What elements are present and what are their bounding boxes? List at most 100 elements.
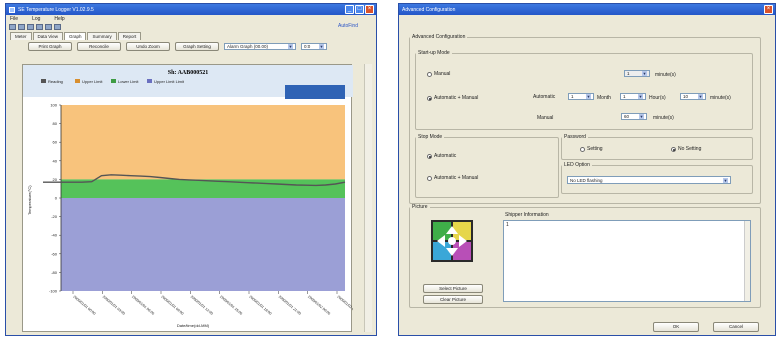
password-legend: Password xyxy=(564,134,586,140)
status-link[interactable]: AutoFind xyxy=(338,23,358,29)
manual2-label: Manual xyxy=(537,115,554,121)
chevron-down-icon: ▼ xyxy=(723,177,728,183)
hour-value: 1 xyxy=(623,94,626,99)
select-picture-button[interactable]: Select Picture xyxy=(423,284,483,293)
clear-picture-button[interactable]: Clear Picture xyxy=(423,295,483,304)
legend-limit: Upper Limit Limit xyxy=(154,79,185,84)
graph-select-value: Alarm Graph (00.00) xyxy=(227,44,269,49)
hour-label: Hour(s) xyxy=(649,95,666,101)
minutes-value: 10 xyxy=(683,94,689,99)
chevron-down-icon: ▼ xyxy=(288,44,293,49)
led-option-value: No LED flashing xyxy=(570,177,603,183)
open-icon[interactable] xyxy=(18,23,25,30)
textarea-scrollbar[interactable] xyxy=(744,221,750,301)
manual2-select[interactable]: 60 ▼ xyxy=(621,113,647,120)
stop-auto-manual-radio[interactable] xyxy=(427,176,432,181)
minutes-select[interactable]: 10 ▼ xyxy=(680,93,706,100)
menu-file[interactable]: File xyxy=(10,16,18,22)
window-title: SE Temperature Logger V1.02.9.5 xyxy=(18,6,94,13)
stop-mode-legend: Stop Mode xyxy=(418,134,443,140)
startup-mode-group: Start-up Mode xyxy=(415,50,753,130)
hour-select[interactable]: 1 ▼ xyxy=(620,93,646,100)
stop-auto-manual-label: Automatic + Manual xyxy=(434,175,479,181)
legend-swatch-upper xyxy=(75,79,80,83)
stop-automatic-label: Automatic xyxy=(434,153,457,159)
normal-band xyxy=(61,179,345,198)
tab-data-view[interactable]: Data View xyxy=(32,32,63,40)
chevron-down-icon: ▼ xyxy=(638,94,643,99)
graph-setting-button[interactable]: Graph Setting xyxy=(175,42,219,51)
startup-minute-label: minute(s) xyxy=(655,72,676,78)
shipper-info-textarea[interactable]: 1 xyxy=(503,220,751,302)
close-button[interactable]: × xyxy=(365,5,374,14)
lower-band xyxy=(61,198,345,291)
y-tick-label: -100 xyxy=(49,289,58,294)
minutes-label: minute(s) xyxy=(710,95,731,101)
x-tick-label: 2000/01/01 18:00 xyxy=(248,295,272,316)
startup-manual-value: 1 xyxy=(627,71,630,76)
tab-graph[interactable]: Graph xyxy=(63,32,87,40)
stop-automatic-radio[interactable] xyxy=(427,154,432,159)
maximize-button[interactable]: □ xyxy=(355,5,364,14)
picture-legend: Picture xyxy=(412,204,428,210)
ok-button[interactable]: OK xyxy=(653,322,699,332)
startup-auto-manual-radio[interactable] xyxy=(427,96,432,101)
temperature-chart[interactable]: Sh: AAB000521 Reading Upper Limit Lower … xyxy=(23,65,353,333)
x-tick-label: 2000/01/01 15:00 xyxy=(219,295,243,316)
x-axis: 2000/01/01 00:00 2000/01/01 03:00 2000/01/… xyxy=(72,291,353,316)
x-tick-label: 2000/01/02 03:00 xyxy=(336,295,353,316)
legend-upper: Upper Limit xyxy=(82,79,103,84)
password-no-setting-radio[interactable] xyxy=(671,147,676,152)
graph-small-select-value: 0:0 xyxy=(304,44,311,49)
password-setting-radio[interactable] xyxy=(580,147,585,152)
password-no-setting-label: No Setting xyxy=(678,146,702,152)
reconcile-button[interactable]: Reconcile xyxy=(77,42,121,51)
x-tick-label: 2000/01/01 09:00 xyxy=(160,295,184,316)
minimize-button[interactable]: _ xyxy=(345,5,354,14)
menu-log[interactable]: Log xyxy=(32,16,40,22)
cancel-button[interactable]: Cancel xyxy=(713,322,759,332)
close-button[interactable]: × xyxy=(764,5,773,14)
legend-swatch-reading xyxy=(41,79,46,83)
undo-zoom-button[interactable]: Undo Zoom xyxy=(126,42,170,51)
stop-mode-group: Stop Mode xyxy=(415,134,559,198)
password-setting-label: Setting xyxy=(587,146,603,152)
config-window-title: Advanced Configuration xyxy=(402,6,456,13)
month-value: 1 xyxy=(571,94,574,99)
shipper-info-label: Shipper Information xyxy=(505,212,549,218)
chart-title: Sh: AAB000521 xyxy=(168,70,209,76)
led-option-select[interactable]: No LED flashing ▼ xyxy=(567,176,731,184)
startup-manual-radio[interactable] xyxy=(427,72,432,77)
automatic-label: Automatic xyxy=(533,94,556,100)
info-box xyxy=(285,85,345,99)
save-icon[interactable] xyxy=(27,23,34,30)
y-tick-label: -80 xyxy=(51,270,58,275)
app-icon xyxy=(9,6,15,13)
title-bar: SE Temperature Logger V1.02.9.5 _ □ × xyxy=(6,4,376,15)
download-icon[interactable] xyxy=(36,23,43,30)
chart-bands xyxy=(61,105,345,291)
print-graph-button[interactable]: Print Graph xyxy=(28,42,72,51)
legend-lower: Lower Limit xyxy=(118,79,139,84)
logger-window: SE Temperature Logger V1.02.9.5 _ □ × Fi… xyxy=(5,3,377,336)
settings-icon[interactable] xyxy=(54,23,61,30)
x-tick-label: 2000/01/01 21:00 xyxy=(278,295,302,316)
upload-icon[interactable] xyxy=(45,23,52,30)
advanced-config-window: Advanced Configuration × Advanced Config… xyxy=(398,3,776,336)
graph-select[interactable]: Alarm Graph (00.00) ▼ xyxy=(224,43,296,50)
y-tick-label: -20 xyxy=(51,214,58,219)
toolbar: AutoFind xyxy=(6,22,376,31)
tab-summary[interactable]: Summary xyxy=(87,32,117,40)
graph-small-select[interactable]: 0:0 ▼ xyxy=(301,43,327,50)
chevron-down-icon: ▼ xyxy=(319,44,324,49)
month-select[interactable]: 1 ▼ xyxy=(568,93,594,100)
tab-meter[interactable]: Meter xyxy=(10,32,32,40)
tab-report[interactable]: Report xyxy=(117,32,142,40)
legend-reading: Reading xyxy=(48,79,63,84)
scrollbar[interactable] xyxy=(364,64,372,332)
led-option-legend: LED Option xyxy=(564,162,590,168)
startup-manual-select[interactable]: 1 ▼ xyxy=(624,70,650,77)
graph-toolbar: Print Graph Reconcile Undo Zoom Graph Se… xyxy=(6,40,376,53)
menu-help[interactable]: Help xyxy=(54,16,64,22)
new-icon[interactable] xyxy=(9,23,16,30)
